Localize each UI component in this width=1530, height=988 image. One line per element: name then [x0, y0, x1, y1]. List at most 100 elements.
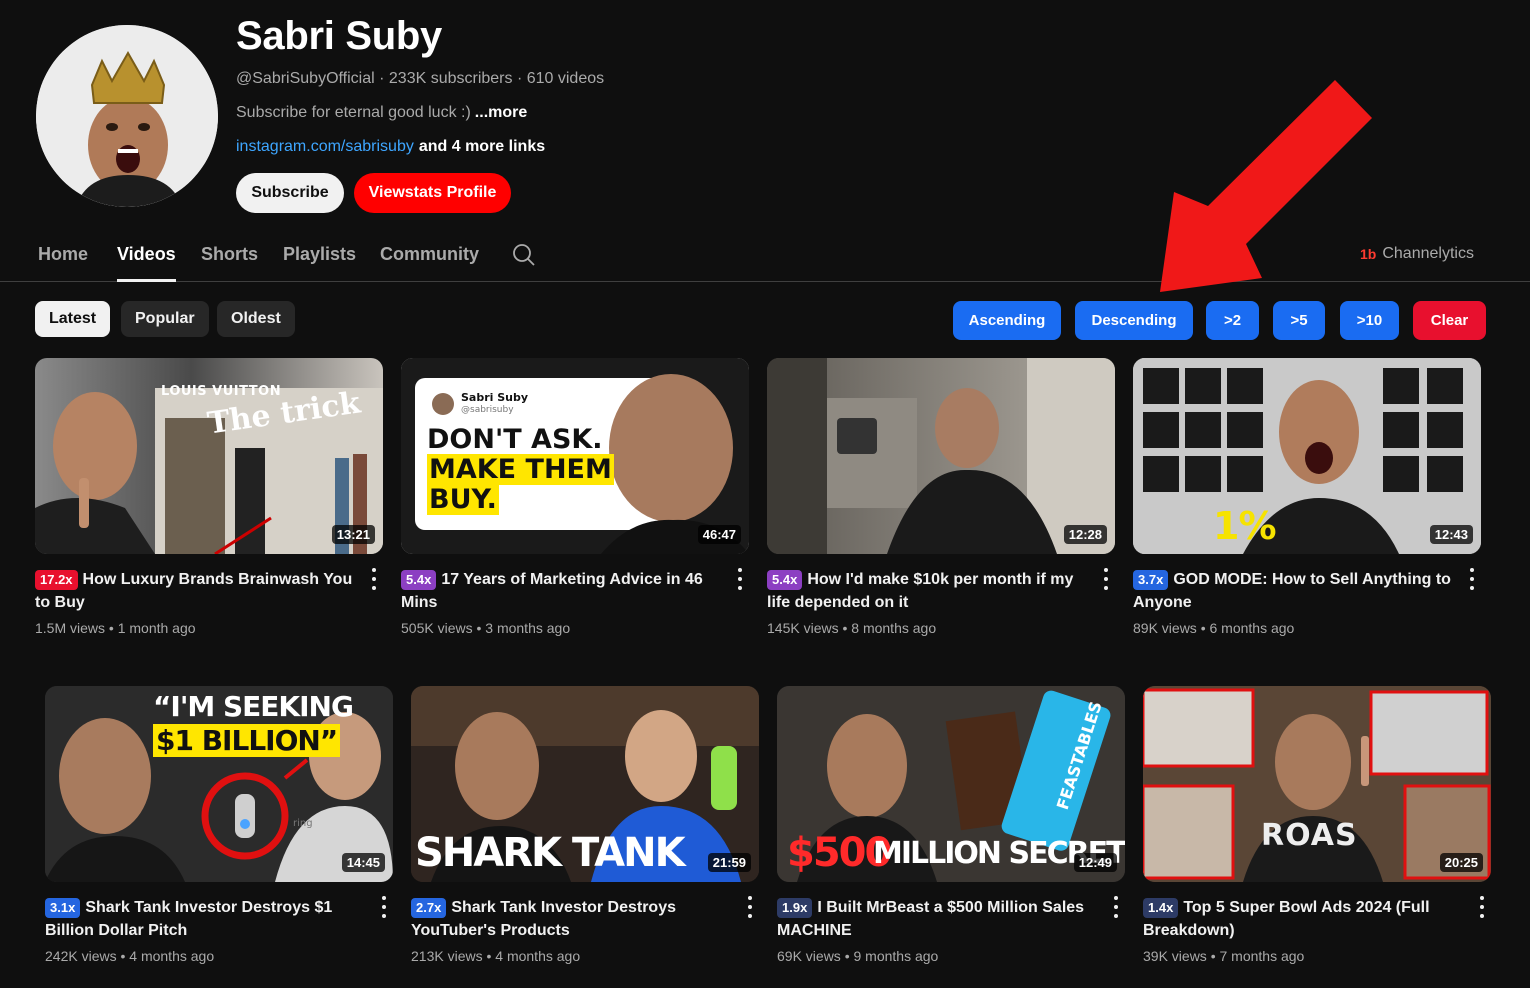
channelytics-label: Channelytics — [1382, 245, 1474, 262]
video-card[interactable]: 12:28 5.4x How I'd make $10k per month if… — [767, 358, 1115, 636]
more-options-icon[interactable] — [1113, 896, 1119, 918]
filter-gt5-button[interactable]: >5 — [1273, 301, 1325, 340]
tab-home[interactable]: Home — [38, 244, 88, 279]
video-card[interactable]: Sabri Suby @sabrisuby DON'T ASK. MAKE TH… — [401, 358, 749, 636]
video-card[interactable]: SHARK TANK 21:59 2.7x Shark Tank Investor… — [411, 686, 759, 964]
video-title[interactable]: 17.2x How Luxury Brands Brainwash You to … — [35, 568, 357, 614]
description-text: Subscribe for eternal good luck :) — [236, 104, 471, 121]
outlier-badge: 5.4x — [767, 570, 803, 590]
video-thumbnail[interactable]: ROAS 20:25 — [1143, 686, 1491, 882]
video-title-text: How I'd make $10k per month if my life d… — [767, 571, 1074, 611]
video-thumbnail[interactable]: SHARK TANK 21:59 — [411, 686, 759, 882]
video-thumbnail[interactable]: FEASTABLES $500 MILLION SECRET 12:49 — [777, 686, 1125, 882]
channel-tabs: Home Videos Shorts Playlists Community 1… — [0, 232, 1530, 282]
channel-links: instagram.com/sabrisuby and 4 more links — [236, 138, 545, 156]
video-card[interactable]: “I'M SEEKING $1 BILLION” ring 14:45 3.1x… — [45, 686, 393, 964]
filter-gt2-button[interactable]: >2 — [1206, 301, 1259, 340]
tab-community[interactable]: Community — [380, 244, 479, 279]
tweet-name: Sabri Suby — [461, 391, 529, 404]
video-thumbnail[interactable]: Sabri Suby @sabrisuby DON'T ASK. MAKE TH… — [401, 358, 749, 554]
video-meta: 1.5M views • 1 month ago — [35, 620, 196, 636]
video-card[interactable]: 1% MARKETER 12:43 3.7xGOD MODE: How to S… — [1133, 358, 1481, 636]
thumbnail-text: ROAS — [1261, 818, 1358, 853]
video-meta: 505K views • 3 months ago — [401, 620, 571, 636]
video-thumbnail[interactable]: “I'M SEEKING $1 BILLION” ring 14:45 — [45, 686, 393, 882]
clear-filter-button[interactable]: Clear — [1413, 301, 1486, 340]
tab-playlists[interactable]: Playlists — [283, 244, 356, 279]
video-card[interactable]: LOUIS VUITTON The trick 13:21 17.2x How L… — [35, 358, 383, 636]
video-title-text: How Luxury Brands Brainwash You to Buy — [35, 571, 353, 611]
tweet-handle: @sabrisuby — [461, 405, 514, 415]
outlier-badge: 2.7x — [411, 898, 447, 918]
more-options-icon[interactable] — [371, 568, 377, 590]
video-duration: 46:47 — [697, 525, 741, 544]
outlier-badge: 3.7x — [1133, 570, 1169, 590]
filter-popular[interactable]: Popular — [121, 301, 209, 337]
video-card[interactable]: FEASTABLES $500 MILLION SECRET 12:49 1.9… — [777, 686, 1125, 964]
thumbnail-text: SHARK TANK — [415, 830, 686, 876]
video-duration: 12:49 — [1073, 853, 1117, 872]
search-icon[interactable] — [512, 243, 536, 267]
video-title-text: GOD MODE: How to Sell Anything to Anyone — [1133, 571, 1451, 611]
video-title[interactable]: 5.4x How I'd make $10k per month if my li… — [767, 568, 1089, 614]
video-meta: 89K views • 6 months ago — [1133, 620, 1295, 636]
filter-oldest[interactable]: Oldest — [217, 301, 295, 337]
video-card[interactable]: ROAS 20:25 1.4x Top 5 Super Bowl Ads 2024… — [1143, 686, 1491, 964]
video-duration: 21:59 — [707, 853, 751, 872]
subscribe-button[interactable]: Subscribe — [236, 173, 344, 213]
video-meta: 242K views • 4 months ago — [45, 948, 215, 964]
video-title[interactable]: 2.7x Shark Tank Investor Destroys YouTube… — [411, 896, 733, 942]
filter-latest[interactable]: Latest — [35, 301, 111, 337]
video-meta: 69K views • 9 months ago — [777, 948, 939, 964]
thumbnail-text: MAKE THEM — [427, 454, 614, 485]
video-meta: 145K views • 8 months ago — [767, 620, 937, 636]
thumbnail-text: LOUIS VUITTON — [161, 384, 282, 399]
more-options-icon[interactable] — [1479, 896, 1485, 918]
thumbnail-text: “I'M SEEKING — [153, 690, 354, 723]
outlier-badge: 1.4x — [1143, 898, 1179, 918]
youtube-channel-page: Sabri Suby @SabriSubyOfficial · 233K sub… — [0, 0, 1530, 988]
video-title-text: Shark Tank Investor Destroys YouTuber's … — [411, 899, 676, 939]
video-title[interactable]: 5.4x 17 Years of Marketing Advice in 46 M… — [401, 568, 723, 614]
video-thumbnail[interactable]: 12:28 — [767, 358, 1115, 554]
more-links[interactable]: and 4 more links — [419, 138, 545, 155]
video-duration: 12:28 — [1063, 525, 1107, 544]
video-thumbnail[interactable]: 1% MARKETER 12:43 — [1133, 358, 1481, 554]
channelytics-widget[interactable]: 1b Channelytics — [1360, 245, 1474, 263]
more-options-icon[interactable] — [381, 896, 387, 918]
video-duration: 14:45 — [341, 853, 385, 872]
instagram-link[interactable]: instagram.com/sabrisuby — [236, 138, 414, 155]
video-title[interactable]: 3.7x GOD MODE: How to Sell Anything to An… — [1133, 568, 1455, 614]
channel-avatar[interactable] — [36, 25, 218, 207]
filter-gt10-button[interactable]: >10 — [1340, 301, 1399, 340]
more-options-icon[interactable] — [1469, 568, 1475, 590]
thumbnail-text: ring — [293, 818, 313, 829]
more-options-icon[interactable] — [737, 568, 743, 590]
tab-videos[interactable]: Videos — [117, 244, 176, 282]
description-more[interactable]: ...more — [475, 104, 527, 121]
video-title[interactable]: 3.1x Shark Tank Investor Destroys $1 Bill… — [45, 896, 367, 942]
video-duration: 12:43 — [1429, 525, 1473, 544]
thumbnail-text: BUY. — [427, 484, 499, 515]
video-thumbnail[interactable]: LOUIS VUITTON The trick 13:21 — [35, 358, 383, 554]
video-meta: 213K views • 4 months ago — [411, 948, 581, 964]
more-options-icon[interactable] — [747, 896, 753, 918]
video-duration: 13:21 — [331, 525, 375, 544]
video-title[interactable]: 1.4x Top 5 Super Bowl Ads 2024 (Full Brea… — [1143, 896, 1465, 942]
channel-description[interactable]: Subscribe for eternal good luck :) ...mor… — [236, 104, 527, 122]
video-title-text: 17 Years of Marketing Advice in 46 Mins — [401, 571, 703, 611]
outlier-badge: 17.2x — [35, 570, 78, 590]
video-title[interactable]: 1.9x I Built MrBeast a $500 Million Sales… — [777, 896, 1099, 942]
video-title-text: I Built MrBeast a $500 Million Sales MAC… — [777, 899, 1085, 939]
sort-ascending-button[interactable]: Ascending — [953, 301, 1061, 340]
video-meta: 39K views • 7 months ago — [1143, 948, 1305, 964]
channelytics-icon: 1b — [1360, 246, 1377, 262]
more-options-icon[interactable] — [1103, 568, 1109, 590]
channel-name: Sabri Suby — [236, 14, 442, 58]
thumbnail-text: $1 BILLION” — [153, 724, 341, 757]
viewstats-profile-button[interactable]: Viewstats Profile — [354, 173, 511, 213]
sort-descending-button[interactable]: Descending — [1075, 301, 1193, 340]
tab-shorts[interactable]: Shorts — [201, 244, 258, 279]
outlier-badge: 3.1x — [45, 898, 81, 918]
video-title-text: Top 5 Super Bowl Ads 2024 (Full Breakdow… — [1143, 899, 1430, 939]
